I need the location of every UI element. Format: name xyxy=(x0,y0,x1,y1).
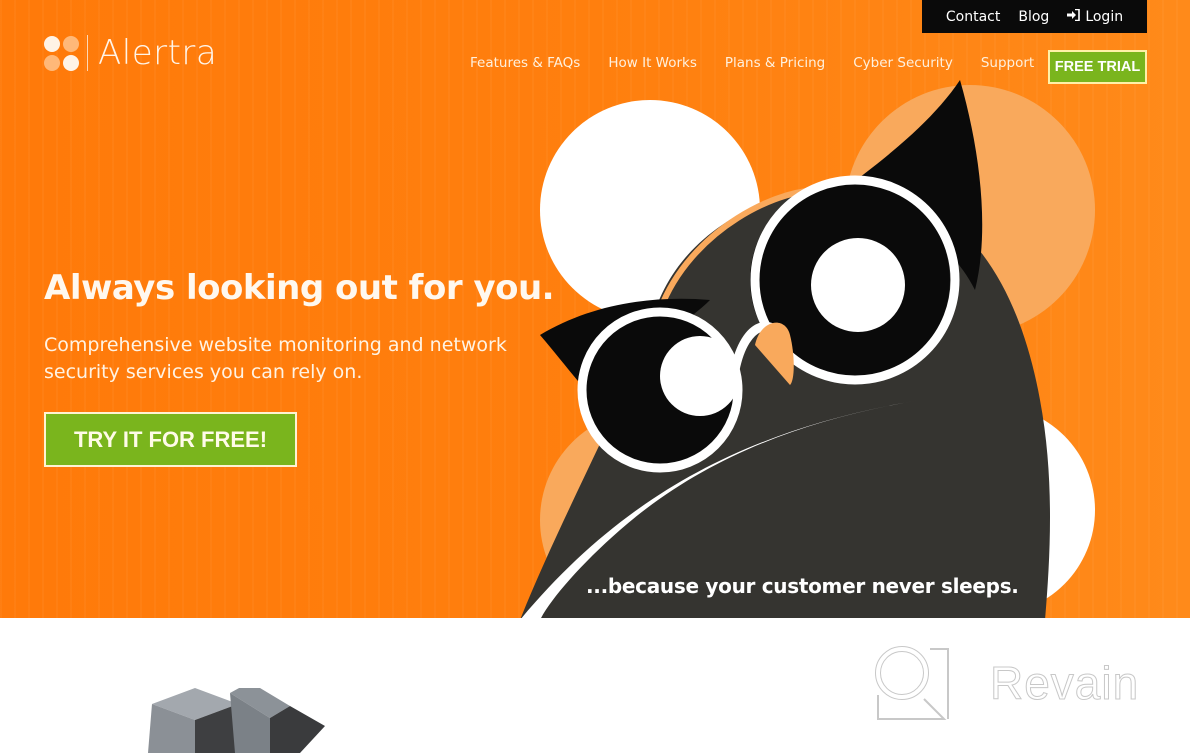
blog-link[interactable]: Blog xyxy=(1018,9,1049,25)
utility-bar: Contact Blog Login xyxy=(922,0,1147,33)
nav-how-it-works[interactable]: How It Works xyxy=(608,55,697,71)
nav-support[interactable]: Support xyxy=(981,55,1034,71)
brand-name: Alertra xyxy=(98,33,218,73)
nav-cyber-security[interactable]: Cyber Security xyxy=(853,55,953,71)
nav-features-faqs[interactable]: Features & FAQs xyxy=(470,55,580,71)
four-dots-logo-icon xyxy=(44,35,79,71)
free-trial-button[interactable]: FREE TRIAL xyxy=(1048,50,1147,84)
cubes-illustration-icon xyxy=(148,688,325,753)
owl-left-pupil xyxy=(660,336,740,416)
hero-subhead: Comprehensive website monitoring and net… xyxy=(44,334,507,383)
hero-tagline: ...because your customer never sleeps. xyxy=(586,574,1019,598)
nav-plans-pricing[interactable]: Plans & Pricing xyxy=(725,55,825,71)
hero-headline: Always looking out for you. xyxy=(44,268,555,308)
main-nav: Features & FAQs How It Works Plans & Pri… xyxy=(470,55,1062,71)
revain-watermark-text: Revain xyxy=(989,657,1140,710)
revain-watermark: Revain xyxy=(874,645,1139,721)
sign-in-icon xyxy=(1067,8,1081,24)
owl-right-pupil xyxy=(811,238,905,332)
hero-section: Alertra Contact Blog Login Features & FA… xyxy=(0,0,1190,618)
logo-divider xyxy=(87,35,88,71)
login-link[interactable]: Login xyxy=(1067,9,1123,25)
revain-logo-icon xyxy=(875,646,949,720)
login-label: Login xyxy=(1085,8,1124,25)
brand-logo[interactable]: Alertra xyxy=(44,33,217,73)
contact-link[interactable]: Contact xyxy=(946,9,1000,25)
owl-with-glasses-illustration xyxy=(520,80,1095,618)
try-it-free-button[interactable]: TRY IT FOR FREE! xyxy=(44,412,297,467)
